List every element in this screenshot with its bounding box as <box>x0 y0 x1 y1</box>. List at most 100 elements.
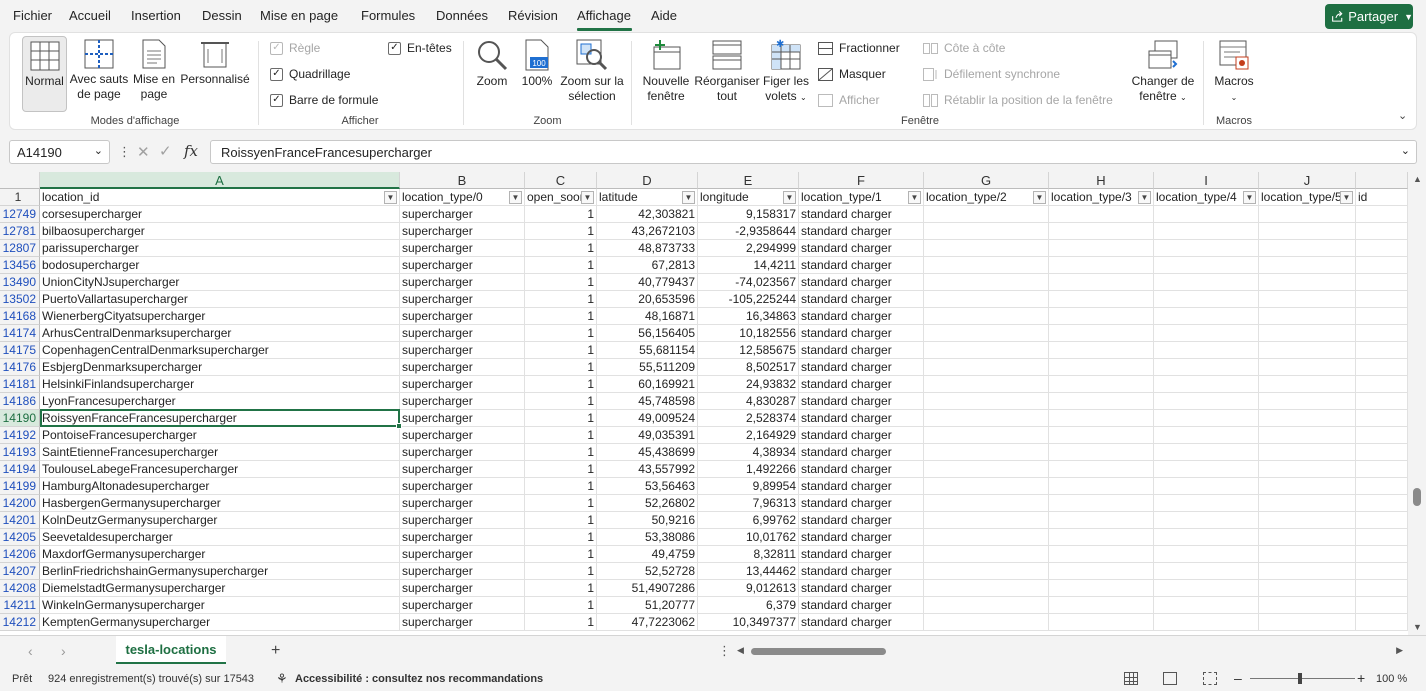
sync-scroll-button[interactable]: Défilement synchrone <box>923 67 1060 81</box>
scroll-right-icon[interactable]: ▶ <box>1396 645 1403 656</box>
table-cell[interactable]: 43,2672103 <box>597 223 698 240</box>
table-cell[interactable]: 45,438699 <box>597 444 698 461</box>
menu-revision[interactable]: Révision <box>508 8 558 23</box>
table-cell[interactable] <box>1049 461 1154 478</box>
table-cell[interactable] <box>1259 427 1356 444</box>
table-cell[interactable] <box>1356 206 1408 223</box>
table-cell[interactable]: 1 <box>525 308 597 325</box>
zoom-slider-thumb[interactable] <box>1298 673 1302 684</box>
side-by-side-button[interactable]: Côte à côte <box>923 41 1005 55</box>
zoom-button[interactable]: Zoom <box>472 39 512 89</box>
menu-insertion[interactable]: Insertion <box>131 8 181 23</box>
table-cell[interactable] <box>1259 257 1356 274</box>
view-normal-button[interactable]: Normal <box>22 36 67 112</box>
table-cell[interactable] <box>1356 529 1408 546</box>
table-cell[interactable]: 1 <box>525 240 597 257</box>
table-cell[interactable]: Seevetaldesupercharger <box>40 529 400 546</box>
table-cell[interactable] <box>1154 580 1259 597</box>
field-header-cell[interactable]: location_type/5 ▼ <box>1259 189 1356 206</box>
row-header[interactable]: 13490 <box>0 274 40 291</box>
more-options-icon[interactable]: ⋮ <box>118 144 131 160</box>
table-cell[interactable] <box>1154 376 1259 393</box>
field-header-cell[interactable]: location_type/2 ▼ <box>924 189 1049 206</box>
horizontal-scrollbar[interactable]: ◀ ▶ <box>737 644 1407 658</box>
table-cell[interactable]: -74,023567 <box>698 274 799 291</box>
table-cell[interactable]: standard charger <box>799 512 924 529</box>
column-header-h[interactable]: H <box>1049 172 1154 189</box>
formula-bar-checkbox[interactable]: ✓ Barre de formule <box>270 93 378 107</box>
table-cell[interactable]: supercharger <box>400 393 525 410</box>
column-header-f[interactable]: F <box>799 172 924 189</box>
table-cell[interactable]: 9,89954 <box>698 478 799 495</box>
table-cell[interactable] <box>1259 359 1356 376</box>
row-header[interactable]: 14186 <box>0 393 40 410</box>
switch-windows-button[interactable]: Changer de fenêtre ⌄ <box>1128 39 1198 105</box>
table-cell[interactable] <box>1259 342 1356 359</box>
filter-dropdown-icon[interactable]: ▼ <box>1243 191 1256 204</box>
table-cell[interactable]: standard charger <box>799 393 924 410</box>
table-cell[interactable]: standard charger <box>799 427 924 444</box>
table-cell[interactable]: ToulouseLabegeFrancesupercharger <box>40 461 400 478</box>
table-cell[interactable]: KemptenGermanysupercharger <box>40 614 400 631</box>
filter-dropdown-icon[interactable]: ▼ <box>1033 191 1046 204</box>
column-header-j[interactable]: J <box>1259 172 1356 189</box>
column-header-i[interactable]: I <box>1154 172 1259 189</box>
table-cell[interactable]: ArhusCentralDenmarksupercharger <box>40 325 400 342</box>
table-cell[interactable] <box>1049 597 1154 614</box>
table-cell[interactable]: supercharger <box>400 376 525 393</box>
table-cell[interactable]: HamburgAltonadesupercharger <box>40 478 400 495</box>
field-header-cell[interactable]: open_soon ▼ <box>525 189 597 206</box>
table-cell[interactable] <box>1356 291 1408 308</box>
table-cell[interactable]: standard charger <box>799 274 924 291</box>
table-cell[interactable] <box>924 223 1049 240</box>
table-cell[interactable]: 7,96313 <box>698 495 799 512</box>
table-cell[interactable]: 47,7223062 <box>597 614 698 631</box>
table-cell[interactable]: standard charger <box>799 529 924 546</box>
headers-checkbox[interactable]: ✓ En-têtes <box>388 41 452 55</box>
row-header[interactable]: 14208 <box>0 580 40 597</box>
table-cell[interactable] <box>1259 274 1356 291</box>
table-cell[interactable]: corsesupercharger <box>40 206 400 223</box>
row-header[interactable]: 12749 <box>0 206 40 223</box>
table-cell[interactable]: supercharger <box>400 495 525 512</box>
table-cell[interactable] <box>924 342 1049 359</box>
ruler-checkbox[interactable]: ✓ Règle <box>270 41 320 55</box>
row-header[interactable]: 12807 <box>0 240 40 257</box>
select-all-corner[interactable] <box>0 172 40 189</box>
table-cell[interactable]: BerlinFriedrichshainGermanysupercharger <box>40 563 400 580</box>
table-cell[interactable]: 55,681154 <box>597 342 698 359</box>
add-sheet-icon[interactable]: + <box>271 642 280 660</box>
field-header-cell[interactable]: latitude ▼ <box>597 189 698 206</box>
table-cell[interactable] <box>1259 580 1356 597</box>
table-cell[interactable]: 52,26802 <box>597 495 698 512</box>
scroll-left-icon[interactable]: ◀ <box>737 645 744 656</box>
table-cell[interactable]: 67,2813 <box>597 257 698 274</box>
table-cell[interactable] <box>1049 614 1154 631</box>
table-cell[interactable] <box>924 529 1049 546</box>
table-cell[interactable]: supercharger <box>400 308 525 325</box>
row-header[interactable]: 14211 <box>0 597 40 614</box>
table-cell[interactable] <box>924 410 1049 427</box>
table-cell[interactable] <box>1356 410 1408 427</box>
table-cell[interactable]: 1 <box>525 478 597 495</box>
table-cell[interactable] <box>1259 563 1356 580</box>
menu-formules[interactable]: Formules <box>361 8 415 23</box>
table-cell[interactable]: standard charger <box>799 478 924 495</box>
table-cell[interactable]: 45,748598 <box>597 393 698 410</box>
hide-button[interactable]: Masquer <box>818 67 886 81</box>
table-cell[interactable]: 1 <box>525 512 597 529</box>
filter-dropdown-icon[interactable]: ▼ <box>384 191 397 204</box>
row-header[interactable]: 14206 <box>0 546 40 563</box>
column-header-a[interactable]: A <box>40 172 400 189</box>
table-cell[interactable]: supercharger <box>400 529 525 546</box>
table-cell[interactable]: 4,38934 <box>698 444 799 461</box>
table-cell[interactable]: 43,557992 <box>597 461 698 478</box>
table-cell[interactable] <box>1154 274 1259 291</box>
table-cell[interactable] <box>924 444 1049 461</box>
field-header-cell[interactable]: location_type/3 ▼ <box>1049 189 1154 206</box>
table-cell[interactable] <box>924 274 1049 291</box>
table-cell[interactable] <box>924 461 1049 478</box>
row-header[interactable]: 14190 <box>0 410 40 427</box>
table-cell[interactable] <box>1049 291 1154 308</box>
table-cell[interactable]: standard charger <box>799 461 924 478</box>
